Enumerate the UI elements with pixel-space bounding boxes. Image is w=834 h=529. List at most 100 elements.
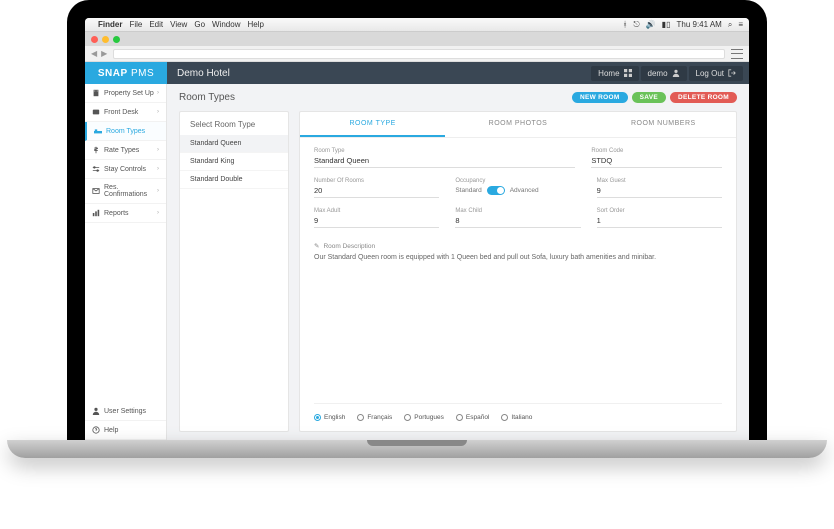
sidebar-item-label: Help (104, 427, 118, 434)
mac-menu-view[interactable]: View (170, 20, 187, 29)
user-menu-button[interactable]: demo (641, 66, 687, 81)
language-selector: English Français Portugues Español Itali… (314, 403, 722, 421)
wifi-icon: ⎋ (633, 20, 639, 30)
lang-option-espanol[interactable]: Español (456, 414, 490, 421)
max-guest-label: Max Guest (597, 178, 722, 184)
chevron-right-icon: › (157, 166, 159, 172)
sidebar-item-help[interactable]: Help (85, 421, 166, 440)
lang-option-italiano[interactable]: Italiano (501, 414, 532, 421)
nav-forward-icon[interactable]: ▶ (101, 49, 107, 58)
radio-icon (357, 414, 364, 421)
menu-icon[interactable]: ≡ (738, 20, 743, 29)
max-adult-input[interactable]: 9 (314, 216, 439, 228)
new-room-button[interactable]: NEW ROOM (572, 92, 628, 103)
select-panel-title: Select Room Type (180, 120, 288, 135)
logout-icon (728, 69, 736, 77)
sidebar-item-property-setup[interactable]: Property Set Up › (85, 84, 166, 103)
sidebar-item-rate-types[interactable]: Rate Types › (85, 141, 166, 160)
sidebar-item-reports[interactable]: Reports › (85, 204, 166, 223)
mac-menu-go[interactable]: Go (194, 20, 205, 29)
lang-option-english[interactable]: English (314, 414, 345, 421)
logo-thin: PMS (131, 68, 154, 79)
page-title: Room Types (179, 92, 235, 103)
num-rooms-input[interactable]: 20 (314, 186, 439, 198)
lang-label: Español (466, 414, 490, 421)
save-button[interactable]: SAVE (632, 92, 666, 103)
maximize-window-icon[interactable] (113, 36, 120, 43)
sidebar-item-front-desk[interactable]: Front Desk › (85, 103, 166, 122)
lang-option-francais[interactable]: Français (357, 414, 392, 421)
browser-toolbar: ◀ ▶ (85, 46, 749, 62)
num-rooms-label: Number Of Rooms (314, 178, 439, 184)
logout-label: Log Out (696, 69, 724, 78)
window-controls[interactable] (91, 36, 120, 43)
lang-label: Portugues (414, 414, 444, 421)
max-guest-input[interactable]: 9 (597, 186, 722, 198)
mac-menubar: Finder File Edit View Go Window Help ᚼ ⎋… (85, 18, 749, 32)
home-label: Home (598, 69, 619, 78)
sidebar-item-res-confirmations[interactable]: Res. Confirmations › (85, 179, 166, 204)
sidebar: Property Set Up › Front Desk › Room Type… (85, 84, 167, 440)
hotel-name: Demo Hotel (167, 68, 591, 79)
minimize-window-icon[interactable] (102, 36, 109, 43)
sidebar-item-stay-controls[interactable]: Stay Controls › (85, 160, 166, 179)
radio-icon (404, 414, 411, 421)
tab-room-numbers[interactable]: ROOM NUMBERS (591, 112, 736, 137)
dollar-icon (92, 146, 100, 154)
occupancy-toggle[interactable] (487, 186, 505, 195)
mac-menu-finder[interactable]: Finder (98, 20, 122, 29)
sort-order-input[interactable]: 1 (597, 216, 722, 228)
sidebar-item-user-settings[interactable]: User Settings (85, 402, 166, 421)
description-text[interactable]: Our Standard Queen room is equipped with… (314, 254, 722, 261)
room-type-item[interactable]: Standard Double (180, 171, 288, 189)
building-icon (92, 89, 100, 97)
tab-room-type[interactable]: ROOM TYPE (300, 112, 445, 137)
room-code-label: Room Code (591, 148, 722, 154)
max-child-input[interactable]: 8 (455, 216, 580, 228)
delete-room-button[interactable]: DELETE ROOM (670, 92, 737, 103)
mac-menu-file[interactable]: File (129, 20, 142, 29)
sliders-icon (92, 165, 100, 173)
user-icon (92, 407, 100, 415)
chevron-right-icon: › (157, 147, 159, 153)
volume-icon: 🔊 (646, 20, 656, 29)
logo-strong: SNAP (98, 68, 128, 79)
mac-menu-window[interactable]: Window (212, 20, 240, 29)
tab-room-photos[interactable]: ROOM PHOTOS (445, 112, 590, 137)
close-window-icon[interactable] (91, 36, 98, 43)
chevron-right-icon: › (157, 90, 159, 96)
sidebar-item-label: Rate Types (104, 147, 139, 154)
edit-icon[interactable]: ✎ (314, 242, 319, 250)
room-type-form-panel: ROOM TYPE ROOM PHOTOS ROOM NUMBERS Room … (299, 111, 737, 432)
room-code-input[interactable]: STDQ (591, 156, 722, 168)
nav-back-icon[interactable]: ◀ (91, 49, 97, 58)
sidebar-item-label: Front Desk (104, 109, 138, 116)
lang-label: Italiano (511, 414, 532, 421)
sidebar-item-label: Property Set Up (104, 90, 154, 97)
app-topbar: SNAP PMS Demo Hotel Home demo L (85, 62, 749, 84)
sidebar-item-label: User Settings (104, 408, 146, 415)
browser-menu-icon[interactable] (731, 49, 743, 59)
room-type-input[interactable]: Standard Queen (314, 156, 575, 168)
search-icon[interactable]: ⌕ (728, 20, 732, 30)
logout-button[interactable]: Log Out (689, 66, 743, 81)
home-button[interactable]: Home (591, 66, 638, 81)
bed-icon (94, 127, 102, 135)
max-adult-label: Max Adult (314, 208, 439, 214)
occupancy-label: Occupancy (455, 178, 580, 184)
room-type-item[interactable]: Standard Queen (180, 135, 288, 153)
occupancy-standard-label: Standard (455, 187, 481, 194)
url-input[interactable] (113, 49, 725, 59)
mac-menu-edit[interactable]: Edit (149, 20, 163, 29)
lang-option-portugues[interactable]: Portugues (404, 414, 444, 421)
browser-tabbar (85, 32, 749, 46)
room-type-item[interactable]: Standard King (180, 153, 288, 171)
mac-menu-help[interactable]: Help (247, 20, 263, 29)
user-icon (672, 69, 680, 77)
lang-label: Français (367, 414, 392, 421)
user-label: demo (648, 69, 668, 78)
sidebar-item-label: Res. Confirmations (104, 184, 157, 198)
sidebar-item-room-types[interactable]: Room Types (85, 122, 166, 141)
bluetooth-icon: ᚼ (623, 20, 628, 29)
sort-order-label: Sort Order (597, 208, 722, 214)
